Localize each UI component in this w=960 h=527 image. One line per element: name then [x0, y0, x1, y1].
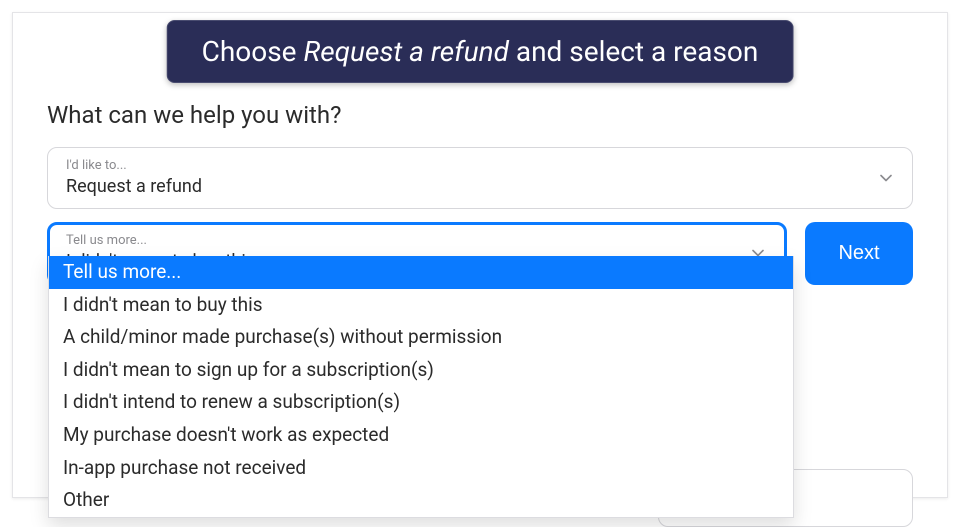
dropdown-placeholder[interactable]: Tell us more...	[49, 256, 793, 289]
reason-dropdown: Tell us more... I didn't mean to buy thi…	[48, 256, 794, 518]
topic-select-label: I'd like to...	[66, 158, 862, 175]
dropdown-option[interactable]: A child/minor made purchase(s) without p…	[49, 321, 793, 354]
dropdown-option[interactable]: I didn't mean to buy this	[49, 289, 793, 322]
content-area: What can we help you with? I'd like to..…	[25, 71, 935, 318]
reason-select-label: Tell us more...	[66, 233, 736, 250]
next-button[interactable]: Next	[805, 222, 913, 284]
banner-text-italic: Request a refund	[303, 35, 508, 68]
topic-row: I'd like to... Request a refund	[47, 147, 913, 209]
page-heading: What can we help you with?	[47, 101, 913, 129]
page-frame: What can we help you with? I'd like to..…	[12, 12, 948, 498]
chevron-down-icon	[878, 170, 894, 186]
instruction-banner: Choose Request a refund and select a rea…	[167, 20, 794, 83]
dropdown-option[interactable]: Other	[49, 484, 793, 517]
banner-text-prefix: Choose	[202, 35, 304, 68]
dropdown-option[interactable]: My purchase doesn't work as expected	[49, 419, 793, 452]
dropdown-option[interactable]: I didn't mean to sign up for a subscript…	[49, 354, 793, 387]
banner-text-suffix: and select a reason	[509, 35, 758, 68]
dropdown-option[interactable]: I didn't intend to renew a subscription(…	[49, 386, 793, 419]
dropdown-option[interactable]: In-app purchase not received	[49, 452, 793, 485]
topic-select-value: Request a refund	[66, 175, 862, 198]
topic-select[interactable]: I'd like to... Request a refund	[47, 147, 913, 209]
